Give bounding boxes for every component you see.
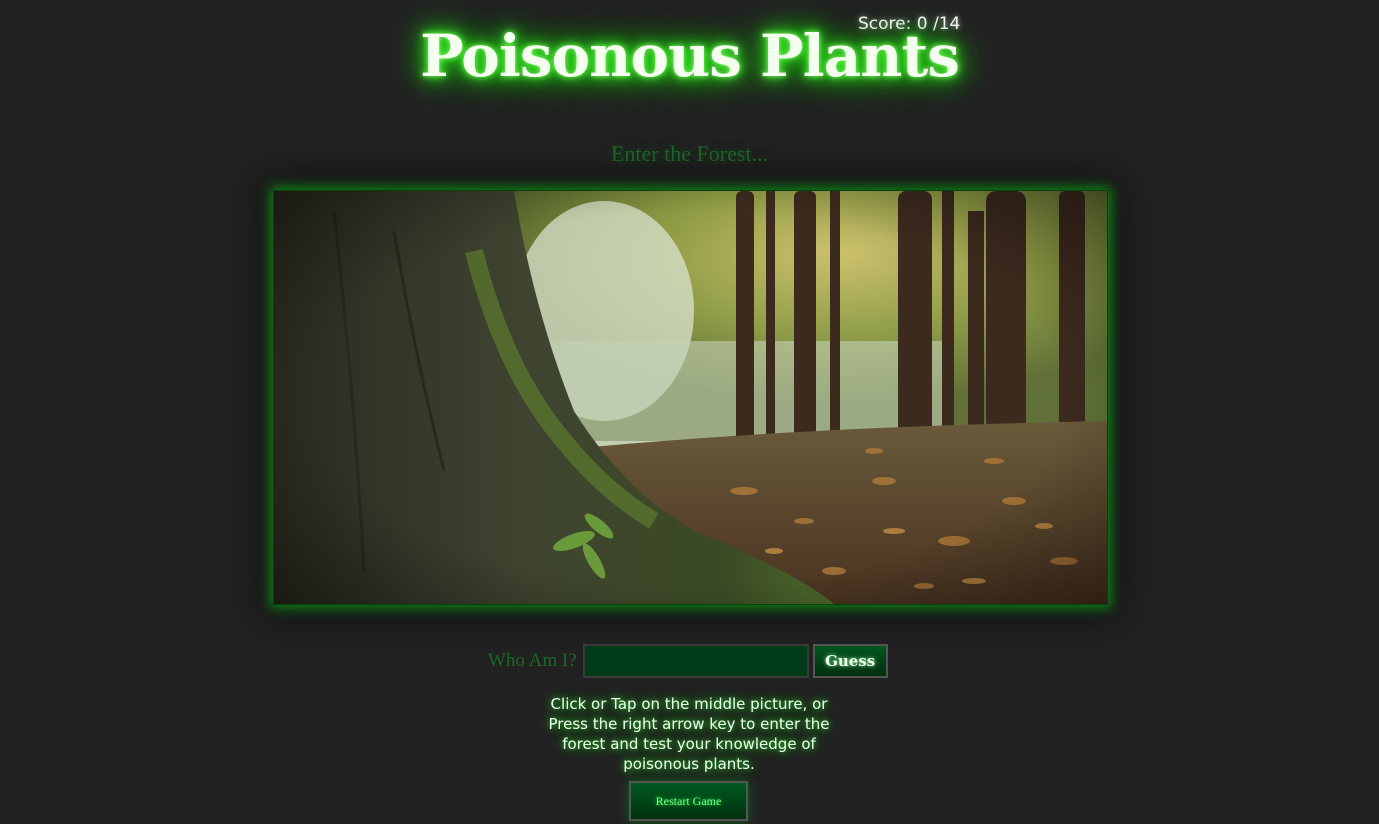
guess-button[interactable]: Guess: [812, 644, 888, 678]
scene-subtitle: Enter the Forest...: [610, 141, 769, 166]
forest-picture[interactable]: [273, 190, 1108, 605]
restart-game-button[interactable]: Restart Game: [629, 781, 748, 821]
game-title: Poisonous Plants: [420, 22, 960, 90]
guess-row: Who Am I? Guess: [488, 643, 888, 679]
who-am-i-label: Who Am I?: [488, 650, 577, 671]
instructions-text: Click or Tap on the middle picture, or P…: [548, 695, 830, 773]
guess-input[interactable]: [582, 644, 809, 678]
